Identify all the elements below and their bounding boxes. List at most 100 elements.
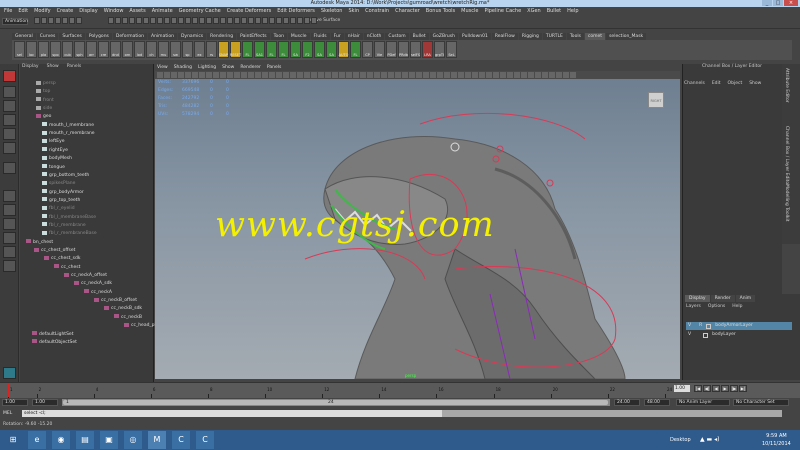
command-input[interactable]: select -cl; (22, 410, 442, 417)
status-tool-icon[interactable] (234, 17, 240, 24)
viewport-tool-icon[interactable] (297, 72, 303, 78)
shelf-button[interactable]: CP (362, 41, 373, 58)
shelf-tab-pulldown01[interactable]: Pulldown01 (458, 33, 491, 40)
status-tool-icon[interactable] (115, 17, 121, 24)
outliner-item[interactable]: bodyMesh (42, 155, 72, 162)
outliner-item[interactable]: cc_neckB (114, 314, 142, 321)
viewport-tool-icon[interactable] (409, 72, 415, 78)
outliner-menu-display[interactable]: Display (22, 64, 39, 69)
shelf-button[interactable]: mu (158, 41, 169, 58)
outliner-item[interactable]: rightEye (42, 147, 68, 154)
shelf-button[interactable]: FL (350, 41, 361, 58)
status-tool-icon[interactable] (241, 17, 247, 24)
viewport-tool-icon[interactable] (192, 72, 198, 78)
layer-tab-render[interactable]: Render (710, 295, 735, 302)
shelf-button[interactable]: cub (62, 41, 73, 58)
viewport-tool-icon[interactable] (339, 72, 345, 78)
viewport-tool-icon[interactable] (542, 72, 548, 78)
viewport-tool-icon[interactable] (549, 72, 555, 78)
shelf-tab-painteffects[interactable]: PaintEffects (237, 33, 270, 40)
playback-button[interactable]: ◀ (712, 385, 720, 392)
status-tool-icon[interactable] (55, 17, 61, 24)
viewport-tool-icon[interactable] (290, 72, 296, 78)
viewport-tool-icon[interactable] (241, 72, 247, 78)
layer-visibility-toggle[interactable]: V (688, 331, 691, 339)
outliner-item[interactable]: fbl_r_membrane (42, 222, 86, 229)
shelf-tab-turtle[interactable]: TURTLE (542, 33, 566, 40)
shelf-button[interactable]: LRA (422, 41, 433, 58)
channel-menu-edit[interactable]: Edit (712, 81, 721, 86)
shelf-tab-tools[interactable]: Tools (566, 33, 584, 40)
viewport-tool-icon[interactable] (185, 72, 191, 78)
channel-menu-show[interactable]: Show (749, 81, 761, 86)
outliner-item[interactable]: top (36, 88, 50, 95)
layer-row[interactable]: V RbodyArmorLayer (686, 322, 792, 330)
viewport-tool-icon[interactable] (381, 72, 387, 78)
status-tool-icon[interactable] (164, 17, 170, 24)
menu-skin[interactable]: Skin (348, 8, 359, 14)
playback-end-field[interactable]: 24.00 (614, 399, 640, 406)
status-tool-icon[interactable] (297, 17, 303, 24)
playback-button[interactable]: |◀ (694, 385, 702, 392)
outliner-item[interactable]: bn_chest (26, 239, 53, 246)
viewport-tool-icon[interactable] (311, 72, 317, 78)
shelf-tab-rigging[interactable]: Rigging (518, 33, 542, 40)
shelf-button[interactable]: FL (266, 41, 277, 58)
shelf-button[interactable]: loc (26, 41, 37, 58)
shelf-button[interactable]: dnd (110, 41, 121, 58)
status-tool-icon[interactable] (76, 17, 82, 24)
viewport-tool-icon[interactable] (514, 72, 520, 78)
menu-create[interactable]: Create (57, 8, 74, 14)
close-button[interactable]: × (784, 0, 798, 6)
viewport-tool-icon[interactable] (388, 72, 394, 78)
outliner-item[interactable]: side (36, 105, 52, 112)
viewport-tool-icon[interactable] (507, 72, 513, 78)
shelf-button[interactable]: orn (122, 41, 133, 58)
viewport-tool-icon[interactable] (479, 72, 485, 78)
shelf-tab-nhair[interactable]: nHair (344, 33, 363, 40)
anim-layer-dropdown[interactable]: No Anim Layer (676, 399, 730, 406)
viewport-tool-icon[interactable] (360, 72, 366, 78)
shelf-button[interactable]: selFS (410, 41, 421, 58)
menu-assets[interactable]: Assets (129, 8, 145, 14)
status-tool-icon[interactable] (220, 17, 226, 24)
shelf-tab-rendering[interactable]: Rendering (207, 33, 237, 40)
menu-skeleton[interactable]: Skeleton (321, 8, 343, 14)
layout-single-icon[interactable] (3, 190, 16, 202)
status-tool-icon[interactable] (276, 17, 282, 24)
side-tab[interactable]: Attribute Editor (784, 68, 789, 103)
layout-outliner-icon[interactable] (3, 232, 16, 244)
viewport-tool-icon[interactable] (430, 72, 436, 78)
status-tool-icon[interactable] (122, 17, 128, 24)
shelf-button[interactable]: ch (146, 41, 157, 58)
viewport-tool-icon[interactable] (220, 72, 226, 78)
chrome-icon[interactable]: ◉ (52, 431, 70, 449)
viewport-tool-icon[interactable] (395, 72, 401, 78)
status-tool-icon[interactable] (157, 17, 163, 24)
shelf-button[interactable]: PDef (386, 41, 397, 58)
viewport-tool-icon[interactable] (255, 72, 261, 78)
shelf-button[interactable]: SA (290, 41, 301, 58)
status-tool-icon[interactable] (255, 17, 261, 24)
photos-icon[interactable]: ▣ (100, 431, 118, 449)
outliner-item[interactable]: cc_neckB_sdk (104, 305, 142, 312)
viewport-tool-icon[interactable] (178, 72, 184, 78)
viewport-tool-icon[interactable] (234, 72, 240, 78)
status-tool-icon[interactable] (311, 17, 317, 24)
status-tool-icon[interactable] (69, 17, 75, 24)
layer-menu-layers[interactable]: Layers (686, 304, 701, 309)
menu-bonus-tools[interactable]: Bonus Tools (426, 8, 455, 14)
menu-geometry-cache[interactable]: Geometry Cache (179, 8, 221, 14)
menu-window[interactable]: Window (104, 8, 124, 14)
viewport-tool-icon[interactable] (262, 72, 268, 78)
viewport-tool-icon[interactable] (458, 72, 464, 78)
status-tool-icon[interactable] (283, 17, 289, 24)
shelf-button[interactable]: pla (38, 41, 49, 58)
viewport-tool-icon[interactable] (570, 72, 576, 78)
shelf-tab-bullet[interactable]: Bullet (409, 33, 429, 40)
viewport-menu-shading[interactable]: Shading (174, 64, 192, 71)
status-tool-icon[interactable] (290, 17, 296, 24)
outliner-item[interactable]: cc_chest (54, 264, 80, 271)
viewport-tool-icon[interactable] (164, 72, 170, 78)
menu-muscle[interactable]: Muscle (461, 8, 478, 14)
